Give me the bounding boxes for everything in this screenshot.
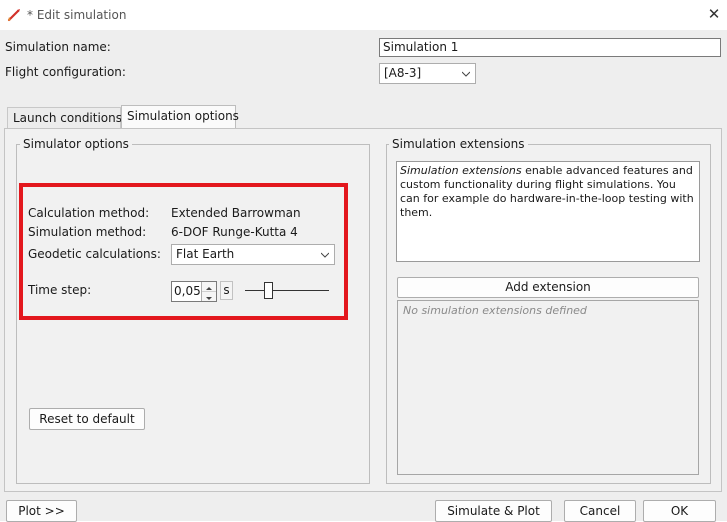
reset-to-default-button[interactable]: Reset to default	[29, 408, 145, 430]
plot-button[interactable]: Plot >>	[6, 500, 77, 522]
simulation-name-input[interactable]: Simulation 1	[379, 38, 721, 57]
slider-thumb[interactable]	[263, 282, 273, 299]
simulator-options-title: Simulator options	[20, 137, 132, 151]
title-bar: * Edit simulation ✕	[0, 0, 727, 30]
triangle-down-icon	[206, 297, 212, 300]
geodetic-calculations-select[interactable]: Flat Earth	[171, 244, 335, 265]
chevron-down-icon	[321, 252, 329, 258]
window-title: * Edit simulation	[27, 8, 127, 22]
rocket-icon	[6, 7, 22, 23]
geodetic-calculations-label: Geodetic calculations:	[28, 247, 161, 261]
cancel-button[interactable]: Cancel	[564, 500, 636, 522]
spinner-up-button[interactable]	[202, 282, 216, 292]
close-icon[interactable]: ✕	[704, 4, 724, 24]
simulation-name-label: Simulation name:	[5, 40, 111, 54]
chevron-down-icon	[462, 71, 470, 77]
time-step-spinner[interactable]: 0,05	[171, 281, 217, 302]
simulation-method-value: 6-DOF Runge-Kutta 4	[171, 225, 298, 239]
slider-track	[245, 290, 329, 291]
time-step-label: Time step:	[28, 283, 92, 297]
calculation-method-label: Calculation method:	[28, 206, 150, 220]
flight-configuration-label: Flight configuration:	[5, 65, 126, 79]
ok-button[interactable]: OK	[643, 500, 716, 522]
simulation-method-label: Simulation method:	[28, 225, 147, 239]
simulation-extensions-title: Simulation extensions	[389, 137, 528, 151]
time-step-unit: s	[220, 281, 233, 300]
add-extension-button[interactable]: Add extension	[397, 277, 699, 298]
extensions-empty-text: No simulation extensions defined	[403, 304, 587, 317]
simulate-plot-button[interactable]: Simulate & Plot	[435, 500, 552, 522]
flight-configuration-value: [A8-3]	[384, 66, 422, 80]
tab-launch-conditions[interactable]: Launch conditions	[7, 107, 122, 129]
spinner-arrows	[201, 282, 216, 301]
flight-configuration-select[interactable]: [A8-3]	[379, 63, 476, 84]
extensions-description-emphasis: Simulation extensions	[400, 164, 522, 177]
time-step-slider[interactable]	[243, 280, 331, 302]
extensions-list[interactable]: No simulation extensions defined	[397, 300, 699, 475]
geodetic-calculations-value: Flat Earth	[176, 247, 235, 261]
time-step-value: 0,05	[174, 284, 201, 298]
spinner-down-button[interactable]	[202, 292, 216, 301]
calculation-method-value: Extended Barrowman	[171, 206, 301, 220]
tab-simulation-options[interactable]: Simulation options	[121, 105, 239, 129]
extensions-description: Simulation extensions enable advanced fe…	[396, 161, 700, 262]
